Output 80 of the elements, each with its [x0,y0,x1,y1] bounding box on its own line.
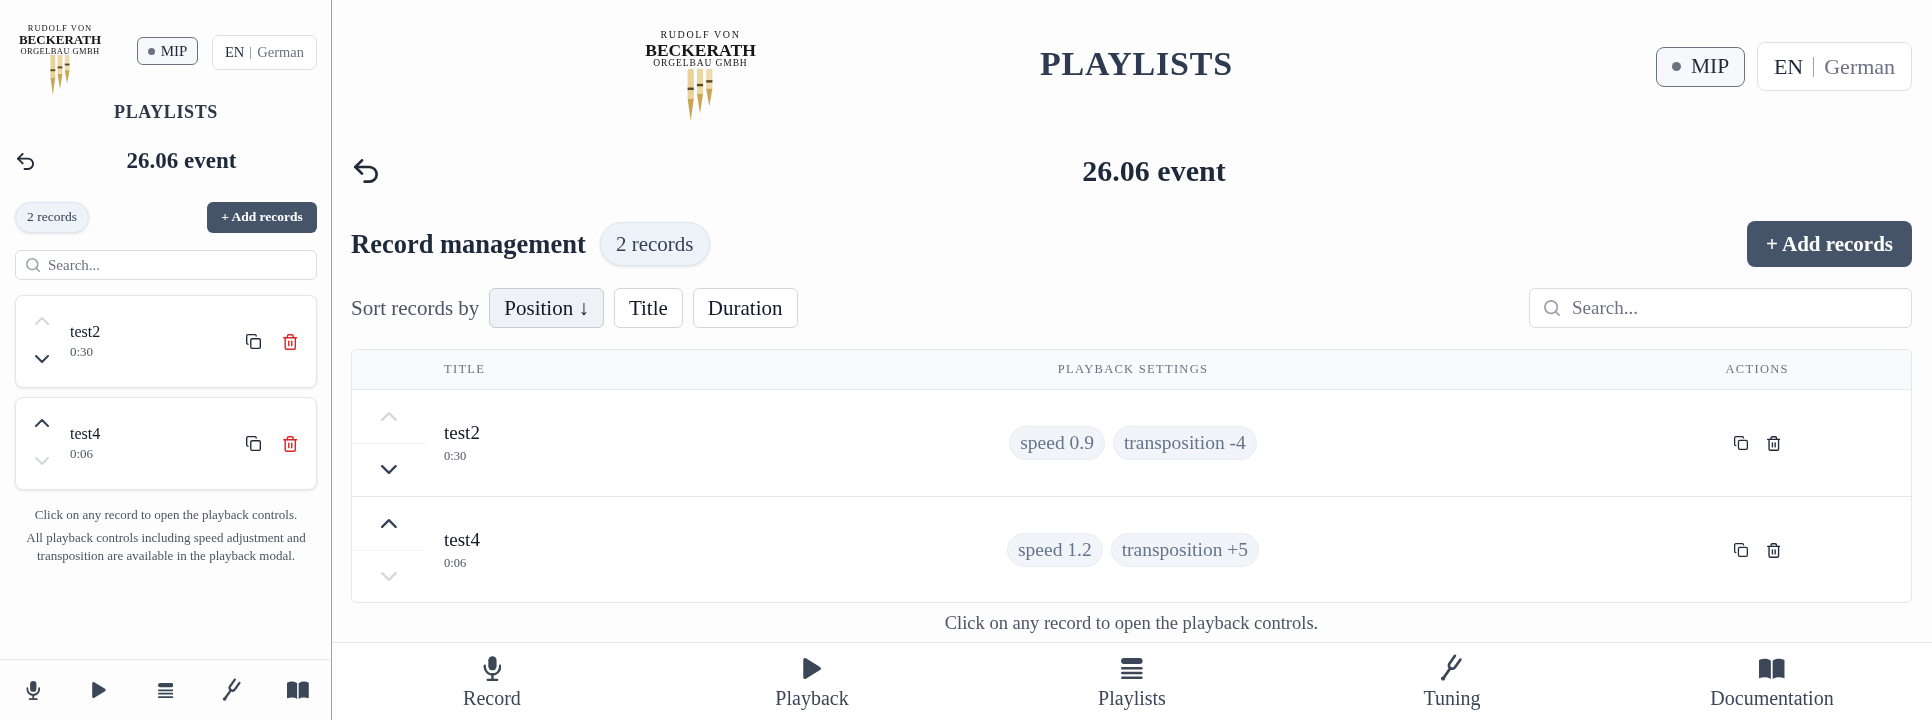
record-duration: 0:06 [444,556,468,571]
nav-button[interactable]: Record [463,643,521,720]
help-text: Click on any record to open the playback controls. [943,612,1320,634]
record-duration: 0:06 [70,446,95,462]
add-records-button[interactable]: + Add records [207,201,317,233]
setting-chip: transposition -4 [1112,426,1257,460]
mode-button[interactable]: MIP [1656,46,1745,87]
mode-button[interactable]: MIP [137,37,198,65]
chevron-up-icon[interactable] [381,518,397,528]
copy-icon[interactable] [1733,542,1748,557]
add-records-button[interactable]: + Add records [1747,221,1912,267]
chevron-down-icon[interactable] [381,465,397,475]
back-arrow-icon[interactable] [17,152,34,170]
record-card[interactable]: test2 0:30 [15,295,317,388]
nav-button[interactable]: Playlists [1098,643,1166,720]
language-option[interactable]: EN [1773,53,1804,80]
search-icon [26,258,40,272]
logo-tagline: ORGELBAU GMBH [653,58,748,69]
play-icon[interactable] [92,682,107,698]
nav-button[interactable]: Tuning [1423,643,1481,720]
copy-icon[interactable] [245,334,261,349]
language-option[interactable]: German [1824,53,1896,80]
language-option[interactable]: German [257,44,304,61]
column-header: TITLE [444,362,487,377]
back-arrow-icon[interactable] [354,159,378,183]
copy-icon[interactable] [1733,435,1748,450]
record-title: test2 [444,422,480,444]
setting-chip: speed 0.9 [1009,426,1105,460]
status-dot-icon [1671,62,1681,71]
organ-pipes-icon [686,68,715,121]
list-icon[interactable] [157,682,174,698]
search-field[interactable]: Search... [1529,288,1912,328]
page-title: PLAYLISTS [1039,44,1233,84]
list-icon [1121,657,1143,679]
record-card[interactable]: test4 0:06 [15,397,317,490]
logo-wordmark: BECKERATH [18,32,102,47]
microphone-icon[interactable] [25,680,41,700]
search-field[interactable]: Search... [15,250,317,280]
nav-button[interactable]: Documentation [1710,643,1834,720]
help-text: Click on any record to open the playback controls. [33,506,299,524]
play-icon [802,657,822,679]
record-title: test4 [444,529,480,551]
book-icon[interactable] [287,681,309,699]
logo-subtitle: RUDOLF VON [660,30,741,41]
trash-icon[interactable] [1766,435,1781,451]
record-title: test4 [70,425,102,443]
page-title: PLAYLISTS [113,101,219,123]
sort-label: Sort records by [351,295,480,321]
setting-chip: transposition +5 [1110,533,1260,567]
setting-chip: speed 1.2 [1007,533,1103,567]
copy-icon[interactable] [245,436,261,451]
book-icon [1759,657,1785,679]
sort-option-button[interactable]: Title [613,288,683,328]
playlist-title: 26.06 event [1081,154,1227,188]
logo-wordmark: BECKERATH [645,40,756,59]
search-icon [1544,300,1560,316]
tuning-fork-icon [1440,654,1464,682]
trash-icon[interactable] [1766,542,1781,558]
record-title: test2 [70,323,102,341]
logo-subtitle: RUDOLF VON [27,24,93,33]
record-count-badge: 2 records [599,222,710,266]
section-title: Record management [351,228,586,260]
microphone-icon [482,655,502,681]
chevron-up-icon[interactable] [35,419,49,427]
help-text: All playback controls including speed adjustment and transposition are available in the playback modal. [25,529,307,565]
record-duration: 0:30 [444,449,468,464]
column-header: ACTIONS [1725,362,1789,377]
playlist-title: 26.06 event [125,148,238,174]
chevron-down-icon[interactable] [35,355,49,363]
status-dot-icon [147,47,155,55]
language-option[interactable]: EN [224,44,245,61]
sort-option-button[interactable]: Position ↓ [489,288,604,328]
record-duration: 0:30 [70,344,95,360]
organ-pipes-icon [49,55,71,96]
logo-tagline: ORGELBAU GMBH [20,46,100,56]
sort-option-button[interactable]: Duration [692,288,798,328]
nav-button[interactable]: Playback [775,643,849,720]
record-count-badge: 2 records [15,201,89,233]
tuning-fork-icon[interactable] [221,678,242,702]
column-header: PLAYBACK SETTINGS [1057,362,1209,377]
